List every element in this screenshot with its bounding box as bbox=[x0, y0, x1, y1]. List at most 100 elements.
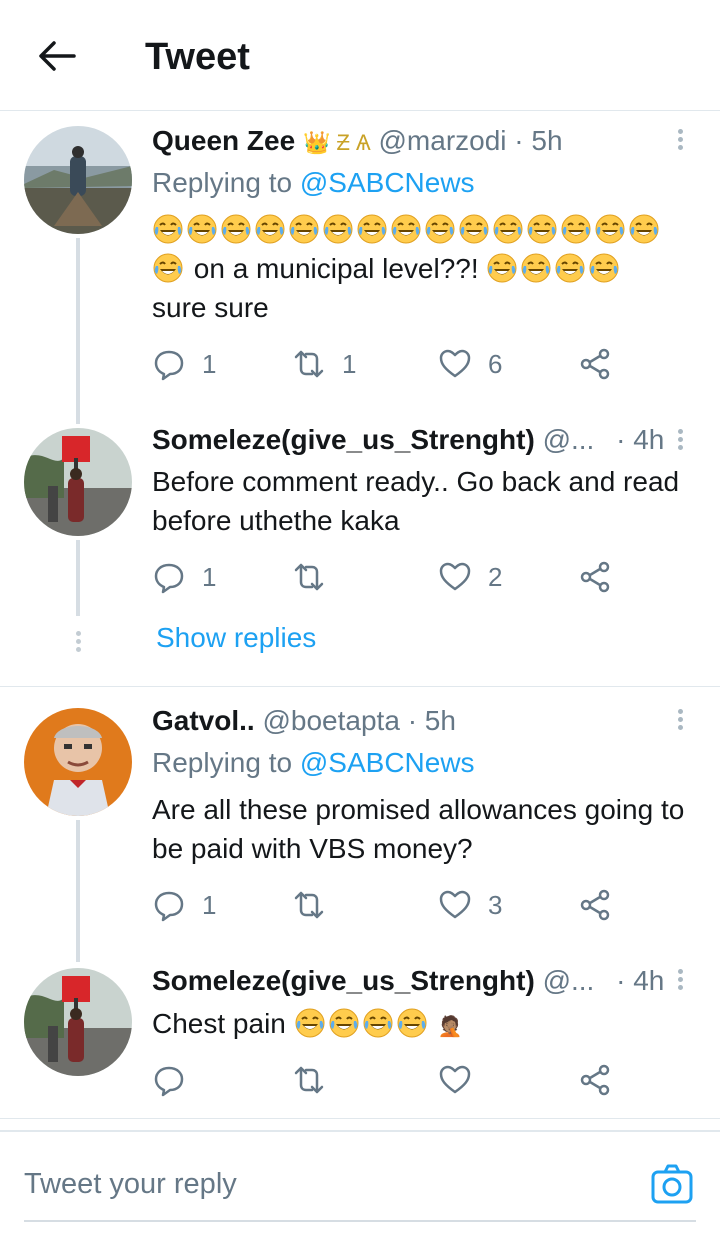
tweet-time: · 4h bbox=[616, 965, 665, 996]
share-button[interactable] bbox=[578, 1060, 612, 1100]
user-handle[interactable]: @marzodi bbox=[379, 125, 507, 156]
more-options-icon[interactable] bbox=[672, 426, 688, 456]
laughing-emoji-icon bbox=[526, 213, 558, 245]
share-button[interactable] bbox=[578, 344, 612, 384]
laughing-emoji-icon bbox=[520, 252, 552, 284]
like-count: 3 bbox=[488, 889, 503, 920]
reply-button[interactable]: 1 bbox=[152, 885, 216, 925]
reply-count: 1 bbox=[202, 561, 217, 592]
tweet-body: Before comment ready.. Go back and read … bbox=[152, 466, 680, 536]
avatar[interactable] bbox=[24, 708, 132, 816]
tweet-header: Gatvol.. @boetapta · 5h bbox=[152, 705, 456, 737]
reply-composer: Tweet your reply bbox=[0, 1130, 720, 1234]
divider bbox=[0, 1118, 720, 1119]
retweet-icon bbox=[294, 563, 324, 591]
tweet-actions bbox=[152, 1060, 632, 1100]
facepalm-emoji: 🤦🏽 bbox=[437, 1016, 463, 1038]
laughing-emoji-icon bbox=[560, 213, 592, 245]
thread-line bbox=[76, 238, 80, 424]
laughing-emoji-icon bbox=[294, 1007, 326, 1039]
heart-icon bbox=[439, 890, 471, 919]
share-button[interactable] bbox=[578, 557, 612, 597]
laughing-emoji-icon bbox=[288, 213, 320, 245]
user-handle[interactable]: @boetapta bbox=[262, 705, 399, 736]
name-badges: 👑 Ƶ Ѧ bbox=[302, 130, 371, 155]
laughing-emoji-icon bbox=[186, 213, 218, 245]
user-handle[interactable]: @... bbox=[543, 424, 595, 455]
reply-button[interactable] bbox=[152, 1060, 186, 1100]
thread-continuation-dots bbox=[74, 628, 82, 655]
like-button[interactable] bbox=[438, 1060, 472, 1100]
back-arrow-icon[interactable] bbox=[34, 34, 78, 78]
share-icon bbox=[580, 561, 610, 593]
top-bar: Tweet bbox=[0, 0, 720, 111]
laughing-emoji-icon bbox=[254, 213, 286, 245]
share-button[interactable] bbox=[578, 885, 612, 925]
laughing-emoji-icon bbox=[396, 1007, 428, 1039]
retweet-button[interactable] bbox=[292, 557, 342, 597]
retweet-icon bbox=[294, 1066, 324, 1094]
retweet-button[interactable] bbox=[292, 1060, 326, 1100]
share-icon bbox=[580, 348, 610, 380]
more-options-icon[interactable] bbox=[672, 126, 688, 156]
camera-icon[interactable] bbox=[650, 1162, 694, 1206]
more-options-icon[interactable] bbox=[672, 706, 688, 736]
avatar[interactable] bbox=[24, 126, 132, 234]
laughing-emoji-icon bbox=[390, 213, 422, 245]
tweet-actions: 1 3 bbox=[152, 885, 632, 925]
replying-prefix: Replying to bbox=[152, 747, 293, 778]
like-button[interactable]: 6 bbox=[438, 344, 502, 384]
reply-icon bbox=[154, 350, 184, 381]
reply-button[interactable]: 1 bbox=[152, 557, 216, 597]
user-name[interactable]: Queen Zee bbox=[152, 125, 295, 156]
replying-to-link[interactable]: @SABCNews bbox=[300, 167, 475, 198]
avatar[interactable] bbox=[24, 968, 132, 1076]
laughing-emoji-icon bbox=[356, 213, 388, 245]
more-options-icon[interactable] bbox=[672, 966, 688, 996]
replying-to: Replying to @SABCNews bbox=[152, 167, 475, 199]
page-title: Tweet bbox=[145, 36, 250, 78]
reply-count: 1 bbox=[202, 889, 217, 920]
like-button[interactable]: 2 bbox=[438, 557, 502, 597]
like-button[interactable]: 3 bbox=[438, 885, 502, 925]
reply-icon bbox=[154, 563, 184, 594]
retweet-icon bbox=[294, 350, 324, 378]
tweet-text: sure sure bbox=[152, 292, 269, 323]
heart-icon bbox=[439, 349, 471, 378]
reply-icon bbox=[154, 1066, 184, 1097]
tweet-body: Are all these promised allowances going … bbox=[152, 794, 685, 864]
user-handle[interactable]: @... bbox=[543, 965, 595, 996]
tweet-header: Someleze(give_us_Strenght) @... · 4h bbox=[152, 424, 664, 456]
heart-icon bbox=[439, 1065, 471, 1094]
tweet-time: · 5h bbox=[514, 125, 563, 156]
thread-line bbox=[76, 820, 80, 962]
retweet-button[interactable] bbox=[292, 885, 342, 925]
show-replies-link[interactable]: Show replies bbox=[156, 622, 316, 654]
laughing-emoji-icon bbox=[554, 252, 586, 284]
replying-prefix: Replying to bbox=[152, 167, 293, 198]
reply-button[interactable]: 1 bbox=[152, 344, 216, 384]
tweet-text: on a municipal level??! bbox=[193, 253, 479, 284]
laughing-emoji-icon bbox=[424, 213, 456, 245]
retweet-count: 1 bbox=[342, 348, 357, 379]
tweet-text: Chest pain bbox=[152, 1008, 286, 1039]
tweet-time: · 4h bbox=[616, 424, 665, 455]
reply-input[interactable]: Tweet your reply bbox=[24, 1168, 237, 1201]
avatar[interactable] bbox=[24, 428, 132, 536]
retweet-button[interactable]: 1 bbox=[292, 344, 356, 384]
share-icon bbox=[580, 1064, 610, 1096]
laughing-emoji-icon bbox=[458, 213, 490, 245]
thread-line bbox=[76, 540, 80, 616]
laughing-emoji-icon bbox=[628, 213, 660, 245]
divider bbox=[0, 686, 720, 687]
tweet-header: Someleze(give_us_Strenght) @... · 4h bbox=[152, 965, 664, 997]
user-name[interactable]: Someleze(give_us_Strenght) bbox=[152, 424, 535, 455]
retweet-icon bbox=[294, 891, 324, 919]
reply-count: 1 bbox=[202, 348, 217, 379]
heart-icon bbox=[439, 562, 471, 591]
user-name[interactable]: Someleze(give_us_Strenght) bbox=[152, 965, 535, 996]
replying-to-link[interactable]: @SABCNews bbox=[300, 747, 475, 778]
user-name[interactable]: Gatvol.. bbox=[152, 705, 255, 736]
laughing-emoji-row bbox=[486, 253, 622, 284]
tweet-body: Chest pain 🤦🏽 bbox=[152, 1004, 697, 1047]
